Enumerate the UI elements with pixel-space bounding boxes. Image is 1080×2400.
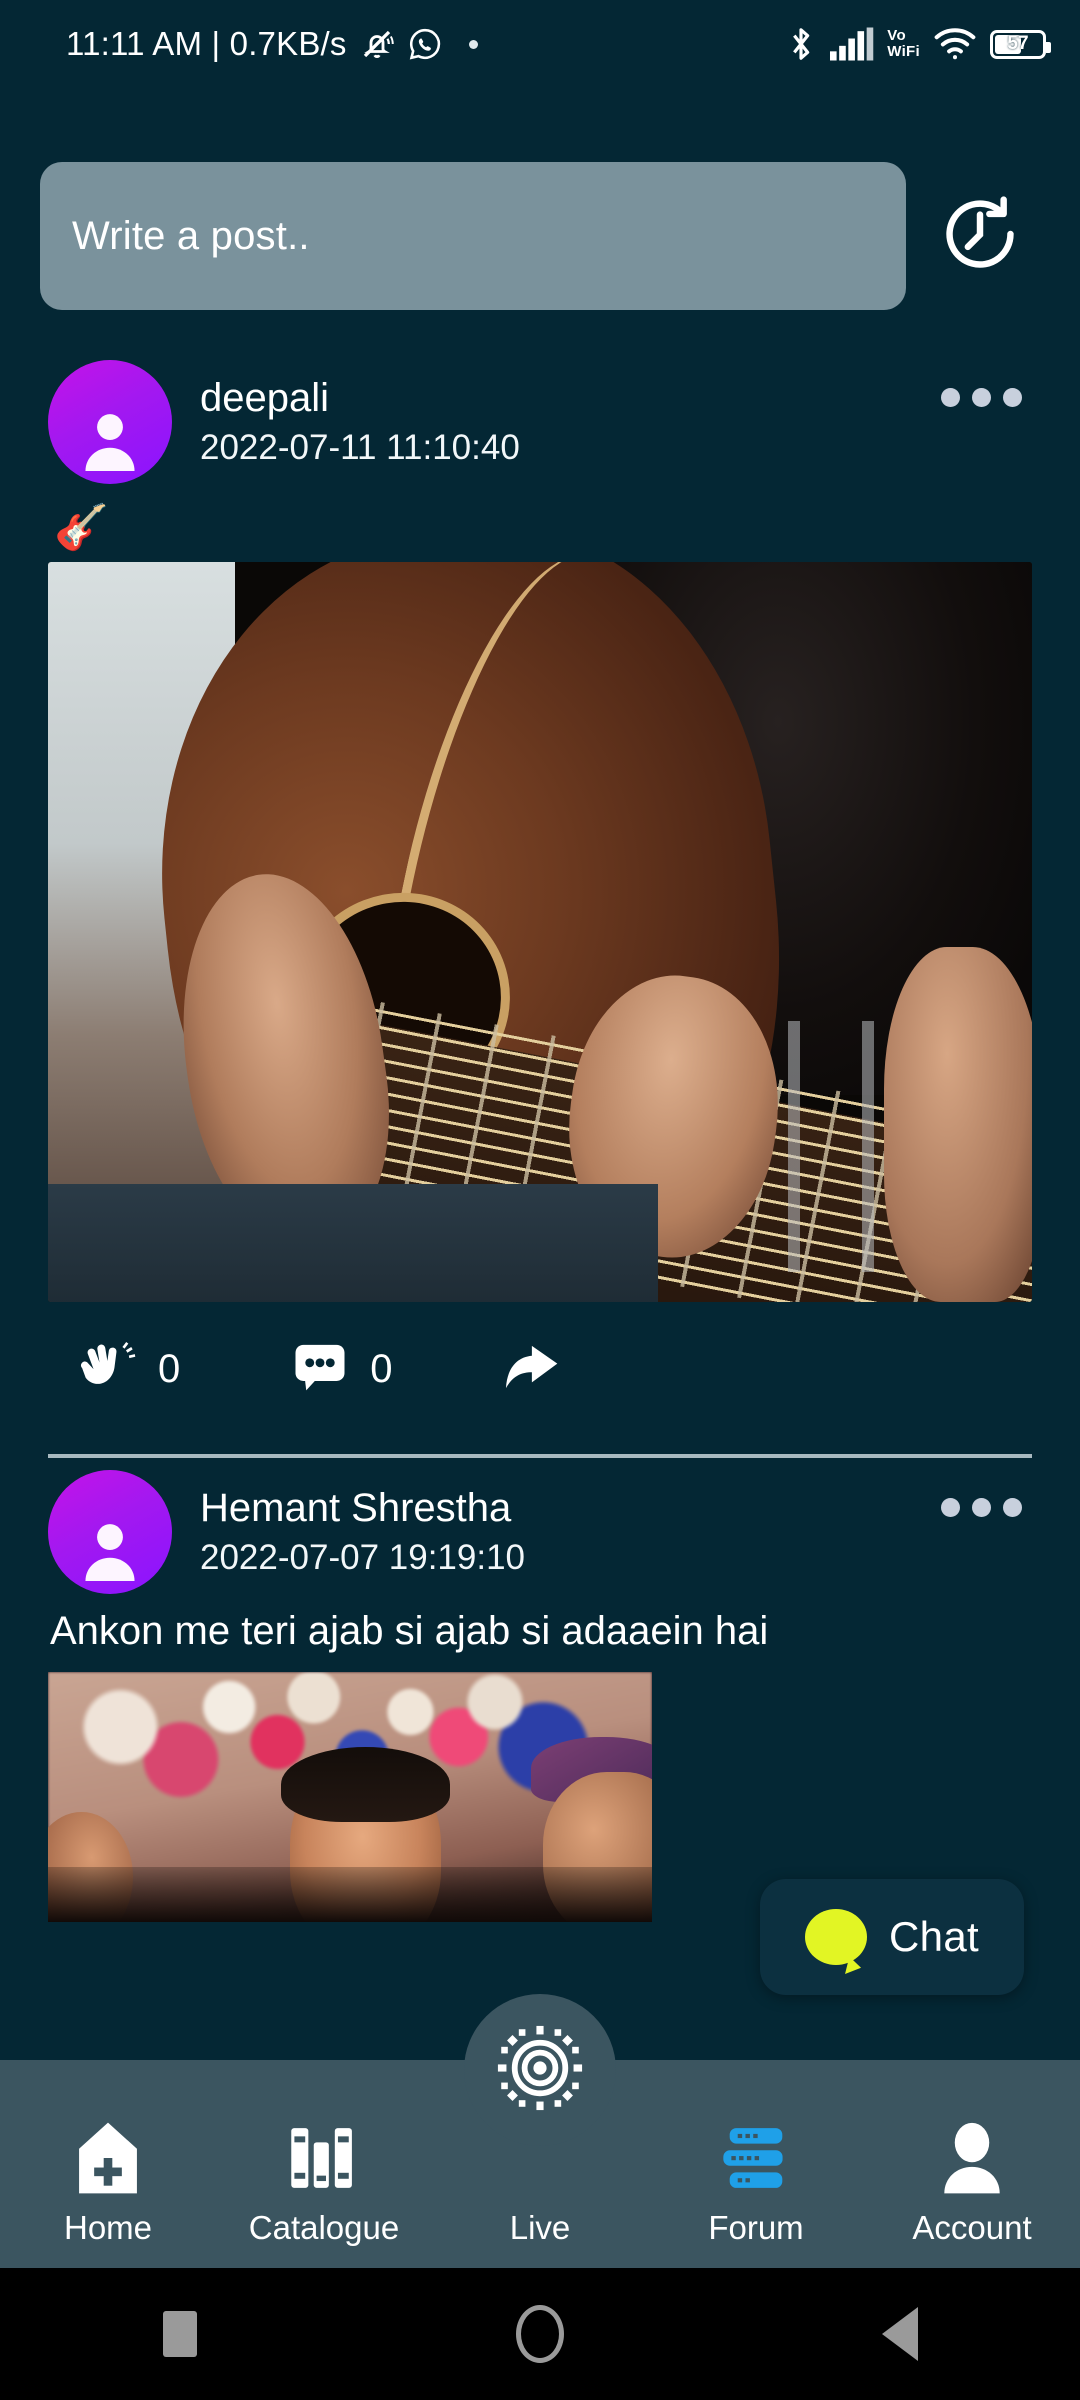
post-media-image[interactable] — [48, 562, 1032, 1302]
nav-item-catalogue[interactable]: Catalogue — [216, 2060, 432, 2268]
nav-item-forum[interactable]: Forum — [648, 2060, 864, 2268]
post-composer — [0, 160, 1080, 312]
three-dots-menu-icon[interactable] — [935, 1488, 1028, 1527]
forum-stack-icon — [720, 2112, 792, 2198]
post-meta: deepali 2022-07-11 11:10:40 — [200, 376, 935, 468]
post-header: deepali 2022-07-11 11:10:40 — [48, 348, 1032, 484]
bluetooth-icon — [785, 24, 817, 64]
recents-square-icon[interactable] — [125, 2279, 235, 2389]
chat-label: Chat — [889, 1913, 979, 1960]
nav-label-home: Home — [63, 2209, 153, 2246]
battery-indicator: 57 — [990, 29, 1051, 59]
post-item: deepali 2022-07-11 11:10:40 🎸 0 0 — [0, 348, 1080, 1420]
nav-label-account: Account — [912, 2209, 1032, 2246]
post-meta: Hemant Shrestha 2022-07-07 19:19:10 — [200, 1486, 935, 1578]
menu-dot — [941, 388, 960, 407]
signal-bars-icon — [830, 27, 874, 61]
menu-dot — [972, 388, 991, 407]
chat-floating-button[interactable]: Chat — [760, 1879, 1024, 1995]
battery-percent-label: 57 — [1007, 33, 1029, 54]
broadcast-sun-icon — [496, 2024, 584, 2117]
books-icon — [287, 2112, 361, 2198]
clock-history-icon — [937, 191, 1023, 282]
post-body-text: 🎸 — [54, 503, 109, 552]
mute-bell-icon — [359, 26, 395, 62]
post-body-text: Ankon me teri ajab si ajab si adaaein ha… — [50, 1609, 769, 1653]
android-system-nav — [0, 2268, 1080, 2400]
clap-count: 0 — [158, 1346, 181, 1391]
whatsapp-icon — [407, 26, 443, 62]
menu-dot — [972, 1498, 991, 1517]
post-feed[interactable]: deepali 2022-07-11 11:10:40 🎸 0 0 Hemant… — [0, 348, 1080, 2060]
post-header: Hemant Shrestha 2022-07-07 19:19:10 — [48, 1458, 1032, 1594]
status-bar-right: Vo WiFi 57 — [785, 24, 1051, 64]
volte-wifi-label: Vo WiFi — [887, 27, 920, 60]
post-timestamp: 2022-07-11 11:10:40 — [200, 428, 520, 467]
live-raised-button[interactable] — [464, 1994, 616, 2146]
write-a-post-input[interactable] — [40, 162, 906, 310]
post-timestamp: 2022-07-07 19:19:10 — [200, 1538, 525, 1577]
status-clock-and-netspeed: 11:11 AM | 0.7KB/s — [66, 25, 347, 62]
avatar[interactable] — [48, 360, 172, 484]
menu-dot — [941, 1498, 960, 1517]
menu-dot — [1003, 388, 1022, 407]
post-actions: 0 0 — [48, 1302, 1032, 1420]
comment-action[interactable]: 0 — [292, 1340, 393, 1399]
post-item: Hemant Shrestha 2022-07-07 19:19:10 Anko… — [0, 1458, 1080, 1922]
dot-indicator — [468, 39, 478, 49]
nav-label-live: Live — [509, 2209, 571, 2246]
back-triangle-icon[interactable] — [845, 2279, 955, 2389]
person-icon — [935, 2112, 1009, 2198]
post-author: deepali — [200, 376, 330, 420]
post-history-button[interactable] — [934, 190, 1026, 282]
comment-count: 0 — [370, 1346, 393, 1391]
nav-item-account[interactable]: Account — [864, 2060, 1080, 2268]
chat-bubble-icon — [805, 1909, 868, 1965]
status-bar: 11:11 AM | 0.7KB/s Vo WiFi 57 — [0, 0, 1080, 88]
nav-label-forum: Forum — [708, 2209, 804, 2246]
reply-arrow-icon — [505, 1338, 577, 1401]
clap-action[interactable]: 0 — [74, 1338, 180, 1401]
home-plus-icon — [71, 2112, 145, 2198]
share-action[interactable] — [505, 1338, 577, 1401]
nav-label-catalogue: Catalogue — [248, 2209, 400, 2246]
post-media-gif[interactable] — [48, 1672, 652, 1922]
avatar[interactable] — [48, 1470, 172, 1594]
three-dots-menu-icon[interactable] — [935, 378, 1028, 417]
phone-screen: 11:11 AM | 0.7KB/s Vo WiFi 57 Write a po… — [0, 0, 1080, 2400]
bottom-navigation-bar: Home Catalogue Live Forum Account — [0, 1994, 1080, 2268]
nav-item-home[interactable]: Home — [0, 2060, 216, 2268]
home-circle-icon[interactable] — [485, 2279, 595, 2389]
wifi-icon — [933, 27, 977, 61]
menu-dot — [1003, 1498, 1022, 1517]
guitar-photo — [48, 562, 1032, 1302]
comment-bubble-icon — [292, 1340, 348, 1399]
post-author: Hemant Shrestha — [200, 1486, 512, 1530]
clap-hands-icon — [74, 1338, 136, 1401]
nav-item-live[interactable]: Live — [432, 1994, 648, 2268]
status-bar-left: 11:11 AM | 0.7KB/s — [66, 25, 478, 63]
